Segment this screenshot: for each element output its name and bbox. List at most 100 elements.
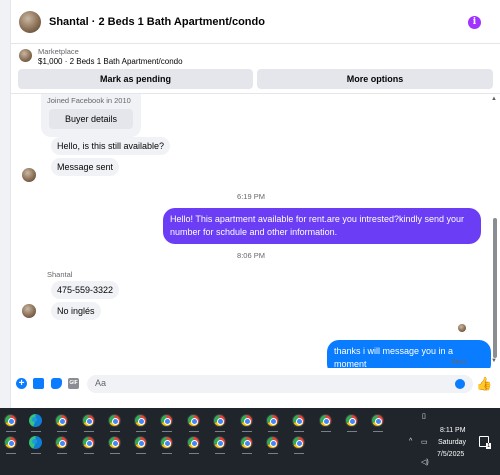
message-status: Sent (451, 359, 466, 366)
emoji-icon[interactable] (455, 379, 465, 389)
sender-name: Shantal (47, 270, 73, 279)
chrome-browser-icon[interactable] (371, 414, 384, 427)
chrome-browser-icon[interactable] (4, 414, 17, 427)
marketplace-label: Marketplace (38, 47, 79, 56)
chevron-up-icon[interactable]: ^ (409, 438, 412, 445)
open-window-indicator (162, 431, 172, 432)
listing-title[interactable]: $1,000 · 2 Beds 1 Bath Apartment/condo (38, 57, 183, 66)
chrome-browser-icon[interactable] (266, 436, 279, 449)
chrome-browser-icon[interactable] (187, 436, 200, 449)
open-window-indicator (242, 431, 252, 432)
open-window-indicator (268, 453, 278, 454)
incoming-message[interactable]: Hello, is this still available? (51, 137, 171, 155)
chrome-browser-icon[interactable] (292, 414, 305, 427)
outgoing-message[interactable]: thanks i will message you in a moment (327, 340, 491, 368)
chrome-browser-icon[interactable] (319, 414, 332, 427)
edge-browser-icon[interactable] (29, 436, 42, 449)
taskbar: ▯ ^ ▭ ◁) (0, 408, 500, 475)
scrollbar-thumb[interactable] (493, 218, 497, 358)
mark-as-pending-button[interactable]: Mark as pending (18, 69, 253, 89)
open-window-indicator (84, 453, 94, 454)
chrome-browser-icon[interactable] (187, 414, 200, 427)
incoming-message[interactable]: Message sent (51, 158, 120, 176)
joined-facebook-text: Joined Facebook in 2010 (47, 96, 131, 105)
open-window-indicator (294, 431, 304, 432)
photo-icon[interactable] (33, 378, 44, 389)
open-window-indicator (57, 453, 67, 454)
chat-header: Shantal · 2 Beds 1 Bath Apartment/condo … (11, 0, 500, 44)
message-list: Joined Facebook in 2010 Buyer details He… (11, 94, 491, 368)
timestamp: 6:19 PM (237, 192, 265, 201)
chrome-browser-icon[interactable] (266, 414, 279, 427)
seen-indicator-avatar (458, 324, 466, 332)
message-input-placeholder: Aa (95, 378, 107, 388)
chrome-browser-icon[interactable] (345, 414, 358, 427)
message-input[interactable]: Aa (87, 375, 473, 393)
more-options-button[interactable]: More options (257, 69, 493, 89)
open-window-indicator (215, 431, 225, 432)
open-window-indicator (110, 431, 120, 432)
sender-avatar[interactable] (22, 168, 36, 182)
chrome-browser-icon[interactable] (160, 436, 173, 449)
open-window-indicator (373, 431, 383, 432)
clock-date[interactable]: 7/5/2025 (437, 451, 464, 458)
chrome-browser-icon[interactable] (82, 414, 95, 427)
contact-avatar[interactable] (19, 10, 41, 33)
open-window-indicator (31, 453, 41, 454)
volume-icon[interactable]: ◁) (421, 458, 429, 466)
open-window-indicator (294, 453, 304, 454)
open-window-indicator (110, 453, 120, 454)
scroll-down-arrow-icon[interactable]: ▼ (491, 358, 497, 364)
incoming-message[interactable]: No inglés (51, 302, 101, 320)
open-window-indicator (242, 453, 252, 454)
edge-browser-icon[interactable] (29, 414, 42, 427)
chrome-browser-icon[interactable] (292, 436, 305, 449)
chrome-browser-icon[interactable] (134, 436, 147, 449)
marketplace-card: Marketplace $1,000 · 2 Beds 1 Bath Apart… (11, 44, 500, 94)
open-window-indicator (162, 453, 172, 454)
scroll-up-arrow-icon[interactable]: ▲ (491, 96, 497, 102)
sender-avatar[interactable] (22, 304, 36, 318)
open-window-indicator (215, 453, 225, 454)
chat-title[interactable]: Shantal · 2 Beds 1 Bath Apartment/condo (49, 16, 265, 28)
notification-count: 1 (486, 443, 491, 449)
like-icon[interactable]: 👍 (476, 376, 492, 392)
gif-icon[interactable]: GIF (68, 378, 79, 389)
network-icon[interactable]: ▭ (421, 438, 428, 446)
open-window-indicator (136, 431, 146, 432)
open-window-indicator (31, 431, 41, 432)
chrome-browser-icon[interactable] (213, 414, 226, 427)
chrome-browser-icon[interactable] (82, 436, 95, 449)
chrome-browser-icon[interactable] (134, 414, 147, 427)
chrome-browser-icon[interactable] (108, 414, 121, 427)
open-window-indicator (57, 431, 67, 432)
chrome-browser-icon[interactable] (240, 436, 253, 449)
open-window-indicator (136, 453, 146, 454)
chrome-browser-icon[interactable] (160, 414, 173, 427)
open-window-indicator (6, 453, 16, 454)
open-window-indicator (6, 431, 16, 432)
info-icon[interactable]: i (468, 16, 481, 29)
chrome-browser-icon[interactable] (55, 414, 68, 427)
chrome-browser-icon[interactable] (108, 436, 121, 449)
chrome-browser-icon[interactable] (4, 436, 17, 449)
chrome-browser-icon[interactable] (213, 436, 226, 449)
timestamp: 8:06 PM (237, 251, 265, 260)
outgoing-message[interactable]: Hello! This apartment available for rent… (163, 208, 481, 244)
open-window-indicator (347, 431, 357, 432)
notification-icon[interactable]: 1 (479, 436, 491, 449)
buyer-details-button[interactable]: Buyer details (49, 109, 133, 129)
clock-time[interactable]: 8:11 PM (440, 427, 466, 434)
open-window-indicator (189, 453, 199, 454)
clock-day[interactable]: Saturday (438, 439, 466, 446)
device-icon[interactable]: ▯ (422, 412, 426, 420)
chrome-browser-icon[interactable] (55, 436, 68, 449)
open-window-indicator (321, 431, 331, 432)
incoming-message[interactable]: 475-559-3322 (51, 281, 120, 299)
sticker-icon[interactable] (51, 378, 62, 389)
listing-thumbnail[interactable] (19, 49, 32, 62)
plus-icon[interactable]: + (16, 378, 27, 389)
open-window-indicator (84, 431, 94, 432)
message-composer: + GIF Aa 👍 (11, 370, 500, 398)
chrome-browser-icon[interactable] (240, 414, 253, 427)
